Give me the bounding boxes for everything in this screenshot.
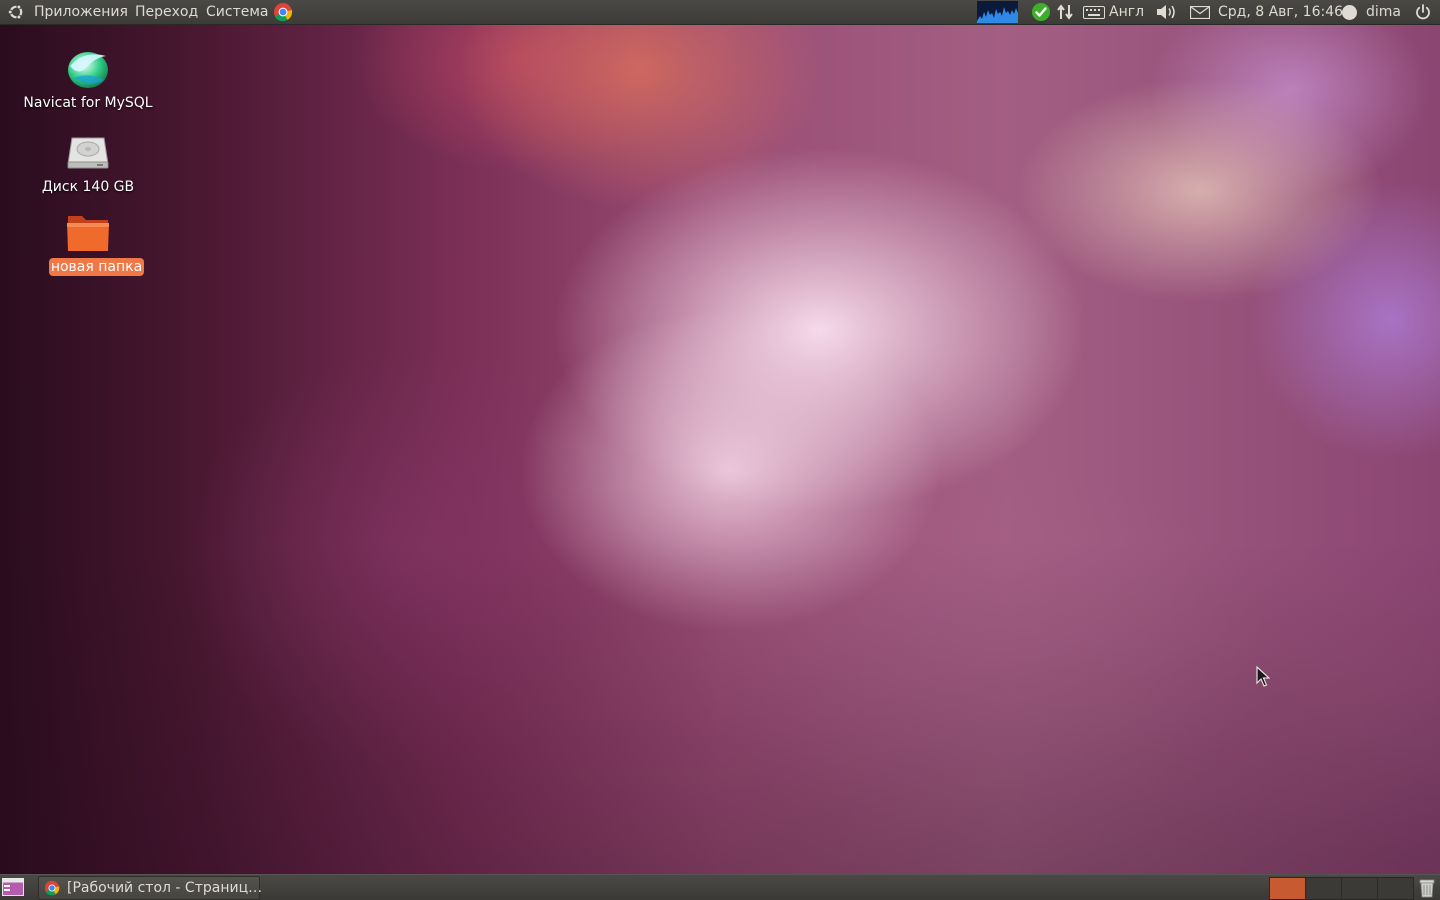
- system-monitor-graph[interactable]: [977, 1, 1018, 23]
- power-icon[interactable]: [1414, 3, 1432, 21]
- workspace-4[interactable]: [1377, 877, 1414, 900]
- desktop-icon-disk[interactable]: Диск 140 GB: [8, 128, 168, 200]
- show-desktop-icon[interactable]: [2, 878, 24, 896]
- navicat-icon: [68, 52, 108, 88]
- trash-icon[interactable]: [1418, 878, 1436, 898]
- chrome-icon: [44, 880, 60, 896]
- user-icon[interactable]: [1341, 4, 1358, 21]
- update-check-icon[interactable]: [1031, 2, 1051, 22]
- keyboard-layout-indicator[interactable]: Англ: [1109, 4, 1144, 20]
- menu-applications[interactable]: Приложения: [34, 4, 128, 20]
- mouse-pointer-icon: [1256, 666, 1270, 687]
- taskbar-button-title: [Рабочий стол - Страниц…: [67, 880, 263, 896]
- desktop-icon-navicat[interactable]: Navicat for MySQL: [8, 44, 168, 116]
- folder-icon: [67, 216, 109, 251]
- network-arrows-icon[interactable]: [1056, 3, 1074, 21]
- taskbar-button-chrome[interactable]: [Рабочий стол - Страниц…: [38, 876, 263, 900]
- keyboard-icon[interactable]: [1083, 6, 1105, 19]
- menu-places[interactable]: Переход: [135, 4, 198, 20]
- desktop-icon-label: новая папка: [49, 258, 144, 276]
- user-name[interactable]: dima: [1366, 4, 1401, 20]
- workspace-2[interactable]: [1305, 877, 1342, 900]
- clock[interactable]: Срд, 8 Авг, 16:46: [1218, 4, 1343, 20]
- hard-disk-icon: [67, 137, 109, 169]
- top-panel: Приложения Переход Система Англ Срд, 8 А…: [0, 0, 1440, 25]
- menu-system[interactable]: Система: [206, 4, 268, 20]
- desktop-icon-new-folder[interactable]: новая папка: [8, 208, 168, 276]
- volume-icon[interactable]: [1155, 3, 1177, 21]
- workspace-1[interactable]: [1269, 877, 1306, 900]
- workspace-3[interactable]: [1341, 877, 1378, 900]
- desktop[interactable]: Приложения Переход Система Англ Срд, 8 А…: [0, 0, 1440, 900]
- bottom-panel: [Рабочий стол - Страниц…: [0, 874, 1440, 900]
- desktop-icon-label: Navicat for MySQL: [23, 95, 153, 111]
- mail-icon[interactable]: [1190, 6, 1210, 19]
- chrome-icon[interactable]: [273, 2, 293, 22]
- desktop-icon-label: Диск 140 GB: [41, 179, 135, 195]
- ubuntu-logo-icon[interactable]: [7, 3, 25, 21]
